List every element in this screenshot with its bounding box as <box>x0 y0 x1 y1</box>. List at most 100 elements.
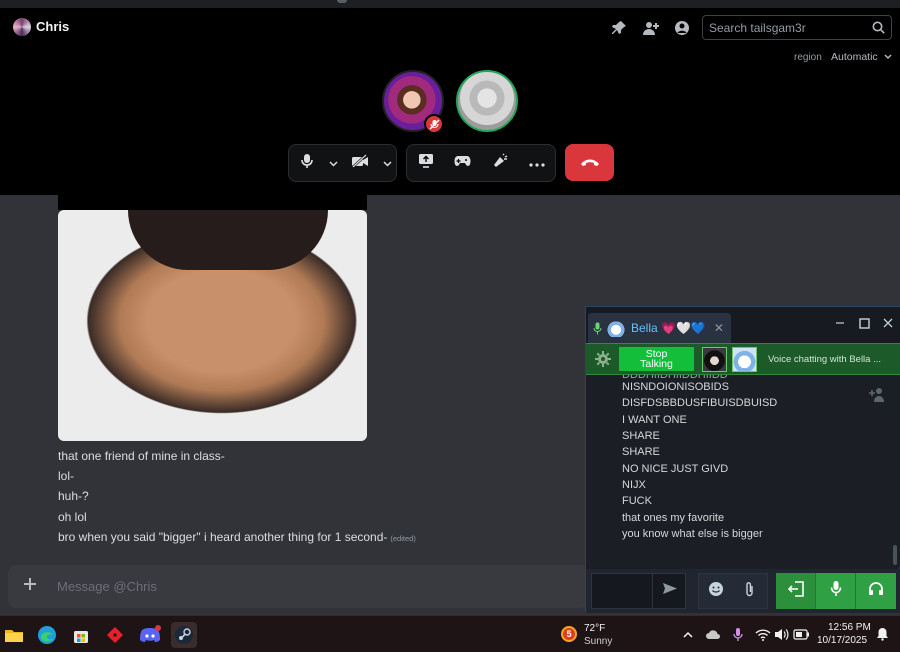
disconnect-button[interactable] <box>565 144 614 181</box>
close-window-icon[interactable] <box>878 313 898 333</box>
screen-share-icon <box>418 153 434 173</box>
voice-participant-avatar[interactable] <box>732 346 757 372</box>
smiley-icon <box>708 581 724 602</box>
chat-line: DISFDSBBDUSFIBUISDBUISD <box>622 397 778 409</box>
attachments-group <box>698 573 768 609</box>
sun-icon: 5 <box>561 626 577 642</box>
user-profile-icon[interactable] <box>672 18 692 38</box>
chat-line: FUCK <box>622 495 652 507</box>
hang-up-icon <box>580 154 600 172</box>
search-icon[interactable] <box>872 21 885 34</box>
add-friend-to-chat-icon[interactable] <box>868 385 886 403</box>
gif-content <box>128 210 328 270</box>
weather-desc: Sunny <box>584 636 613 647</box>
maximize-icon[interactable] <box>854 313 874 333</box>
chevron-down-icon <box>884 51 892 63</box>
minimize-icon[interactable] <box>830 313 850 333</box>
add-friends-icon[interactable] <box>641 18 661 38</box>
screen-share-button[interactable] <box>407 144 444 182</box>
discord-icon[interactable] <box>137 622 163 648</box>
chat-line: NIJX <box>622 479 646 491</box>
steam-chat-window: Bella 💗🤍💙 ✕ Stop Talking Voice chatting w… <box>585 306 900 613</box>
gear-icon[interactable] <box>595 351 611 367</box>
participant-avatar-chris[interactable] <box>456 70 518 132</box>
chat-line: NO NICE JUST GIVD <box>622 463 729 475</box>
steam-chat-log: DDDHIIDHIIDDHIIDD NISNDOIONISOBIDS DISFD… <box>586 375 900 567</box>
chat-line: NISNDOIONISOBIDS <box>622 381 729 393</box>
message-input[interactable] <box>57 579 557 594</box>
microphone-icon <box>300 153 314 174</box>
region-select[interactable]: Automatic <box>831 51 892 63</box>
voice-mic-button[interactable] <box>816 573 856 609</box>
camera-options-button[interactable] <box>378 144 396 182</box>
chat-scrollbar[interactable] <box>893 545 897 565</box>
battery-icon[interactable] <box>792 625 810 643</box>
friend-name: Bella 💗🤍💙 <box>631 321 706 335</box>
stop-talking-button[interactable]: Stop Talking <box>619 347 694 371</box>
store-icon[interactable] <box>68 622 94 648</box>
pin-icon[interactable] <box>609 18 629 38</box>
message-text: huh-? <box>58 489 89 503</box>
chat-line: you know what else is bigger <box>622 528 763 540</box>
search-box[interactable] <box>702 15 892 40</box>
weather-widget[interactable]: 5 72°F Sunny <box>559 620 629 650</box>
close-tab-icon[interactable]: ✕ <box>714 321 724 335</box>
friend-avatar <box>607 319 625 337</box>
plus-icon <box>23 577 37 596</box>
soundboard-button[interactable] <box>481 144 518 182</box>
dm-avatar[interactable] <box>13 18 31 36</box>
send-button[interactable] <box>652 573 686 609</box>
message-composer <box>8 565 588 608</box>
leave-icon <box>787 580 805 602</box>
gif-attachment[interactable] <box>58 210 367 441</box>
wifi-icon[interactable] <box>754 625 772 643</box>
chat-line: that ones my favorite <box>622 512 725 524</box>
roblox-icon[interactable] <box>102 622 128 648</box>
file-explorer-icon[interactable] <box>1 622 27 648</box>
gamepad-icon <box>454 154 471 172</box>
attach-file-button[interactable] <box>733 574 767 608</box>
voice-headset-button[interactable] <box>856 573 896 609</box>
stop-label-line2: Talking <box>640 358 673 370</box>
attach-button[interactable] <box>8 565 52 608</box>
camera-off-icon <box>351 153 369 173</box>
chevron-up-icon[interactable] <box>679 625 697 643</box>
notifications-icon[interactable] <box>873 625 891 643</box>
edge-icon[interactable] <box>34 622 60 648</box>
message-text: oh lol <box>58 510 87 524</box>
chevron-down-icon <box>329 154 338 172</box>
microphone-in-use-icon[interactable] <box>729 625 747 643</box>
voice-participant-avatar[interactable] <box>702 346 727 372</box>
stop-talking-label: Stop Talking <box>640 349 673 370</box>
steam-icon[interactable] <box>171 622 197 648</box>
call-header: Chris region Automatic <box>0 8 900 195</box>
chat-line: SHARE <box>622 446 660 458</box>
steam-titlebar: Bella 💗🤍💙 ✕ <box>586 307 900 343</box>
headset-icon <box>868 581 884 601</box>
gif-letterbox <box>58 195 367 210</box>
window-drag-mark <box>337 0 347 3</box>
emoticon-button[interactable] <box>699 574 733 608</box>
message-text: that one friend of mine in class- <box>58 449 225 463</box>
clock-time[interactable]: 12:56 PM <box>828 622 871 633</box>
clock-date[interactable]: 10/17/2025 <box>817 635 867 646</box>
voice-chat-bar: Stop Talking Voice chatting with Bella ..… <box>586 343 900 375</box>
message-text: bro when you said "bigger" i heard anoth… <box>58 530 388 544</box>
steam-chat-tab[interactable]: Bella 💗🤍💙 ✕ <box>588 313 731 343</box>
send-arrow-icon <box>662 582 678 600</box>
steam-input-row <box>586 569 900 613</box>
search-input[interactable] <box>709 20 866 35</box>
dm-name[interactable]: Chris <box>36 19 69 34</box>
cloud-icon[interactable] <box>704 625 722 643</box>
more-options-button[interactable] <box>518 144 555 182</box>
microphone-options-button[interactable] <box>325 144 343 182</box>
windows-taskbar: 5 72°F Sunny 12:56 PM 10/17/2025 <box>0 615 900 652</box>
microphone-button[interactable] <box>289 144 325 182</box>
volume-icon[interactable] <box>772 625 790 643</box>
message-item: bro when you said "bigger" i heard anoth… <box>58 530 416 544</box>
leave-voice-button[interactable] <box>776 573 816 609</box>
voice-controls <box>776 573 896 609</box>
activities-button[interactable] <box>444 144 481 182</box>
camera-button[interactable] <box>343 144 379 182</box>
edited-label: (edited) <box>390 534 416 543</box>
